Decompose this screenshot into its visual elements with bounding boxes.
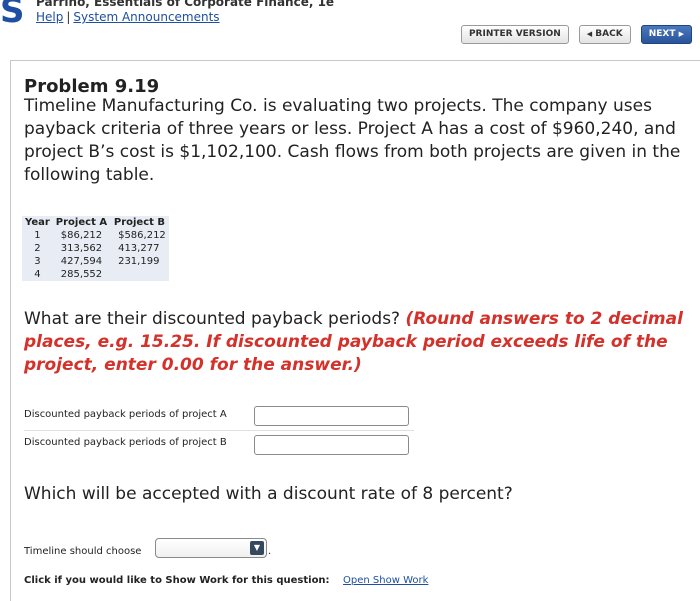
project-a-cell: 313,562 [60, 243, 103, 254]
table-row: 1 $86,212 $586,212 [22, 229, 169, 242]
back-button[interactable]: ◀ BACK [578, 25, 631, 44]
cash-flow-table: Year Project A Project B 1 $86,212 $586,… [22, 216, 169, 281]
project-b-cell: 231,199 [118, 256, 160, 267]
link-separator: | [66, 10, 71, 24]
year-cell: 4 [34, 269, 41, 280]
next-label: NEXT [648, 29, 676, 39]
problem-text: Timeline Manufacturing Co. is evaluating… [24, 96, 681, 185]
question-text: What are their discounted payback period… [24, 309, 401, 329]
project-a-cell: $86,212 [60, 230, 103, 241]
divider [24, 430, 414, 431]
open-show-work-link[interactable]: Open Show Work [343, 575, 428, 586]
table-row: 2 313,562 413,277 [22, 242, 169, 255]
select-suffix: . [268, 546, 272, 557]
choose-label: Timeline should choose [24, 546, 142, 557]
table-header-row: Year Project A Project B [22, 216, 169, 229]
header-project-a: Project A [55, 217, 108, 228]
chevron-left-icon: ◀ [586, 30, 593, 38]
question-discounted-payback: What are their discounted payback period… [24, 308, 688, 377]
system-announcements-link[interactable]: System Announcements [73, 10, 219, 24]
question-accept: Which will be accepted with a discount r… [24, 484, 513, 504]
project-a-cell: 427,594 [60, 256, 103, 267]
year-cell: 3 [34, 256, 41, 267]
answer-a-input[interactable] [254, 406, 409, 426]
table-row: 3 427,594 231,199 [22, 255, 169, 268]
header-year: Year [25, 217, 50, 228]
answer-b-label: Discounted payback periods of project B [24, 437, 227, 448]
project-b-cell: $586,212 [118, 230, 166, 241]
help-link[interactable]: Help [36, 10, 63, 24]
show-work: Click if you would like to Show Work for… [24, 575, 428, 586]
answer-a-label: Discounted payback periods of project A [24, 409, 227, 420]
printer-version-button[interactable]: PRINTER VERSION [460, 25, 569, 44]
show-work-prompt: Click if you would like to Show Work for… [24, 575, 330, 586]
back-label: BACK [595, 29, 623, 39]
project-b-cell: 413,277 [118, 243, 160, 254]
logo: S [0, 0, 25, 31]
chevron-right-icon: ▶ [678, 30, 684, 38]
chevron-down-icon[interactable]: ▼ [250, 541, 264, 555]
project-choice-select[interactable]: ▼ [155, 538, 267, 558]
year-cell: 2 [34, 243, 41, 254]
project-b-cell [110, 268, 169, 281]
top-links: Help | System Announcements [36, 10, 220, 24]
next-button[interactable]: NEXT ▶ [640, 25, 692, 44]
table-row: 4 285,552 [22, 268, 169, 281]
header-project-b: Project B [113, 217, 166, 228]
project-a-cell: 285,552 [60, 269, 103, 280]
year-cell: 1 [34, 230, 41, 241]
toolbar: PRINTER VERSION ◀ BACK NEXT ▶ [460, 25, 692, 44]
answer-b-input[interactable] [254, 435, 409, 455]
problem-title: Problem 9.19 [24, 76, 160, 97]
book-title: Parrino, Essentials of Corporate Finance… [36, 0, 335, 9]
printer-version-label: PRINTER VERSION [468, 29, 561, 39]
